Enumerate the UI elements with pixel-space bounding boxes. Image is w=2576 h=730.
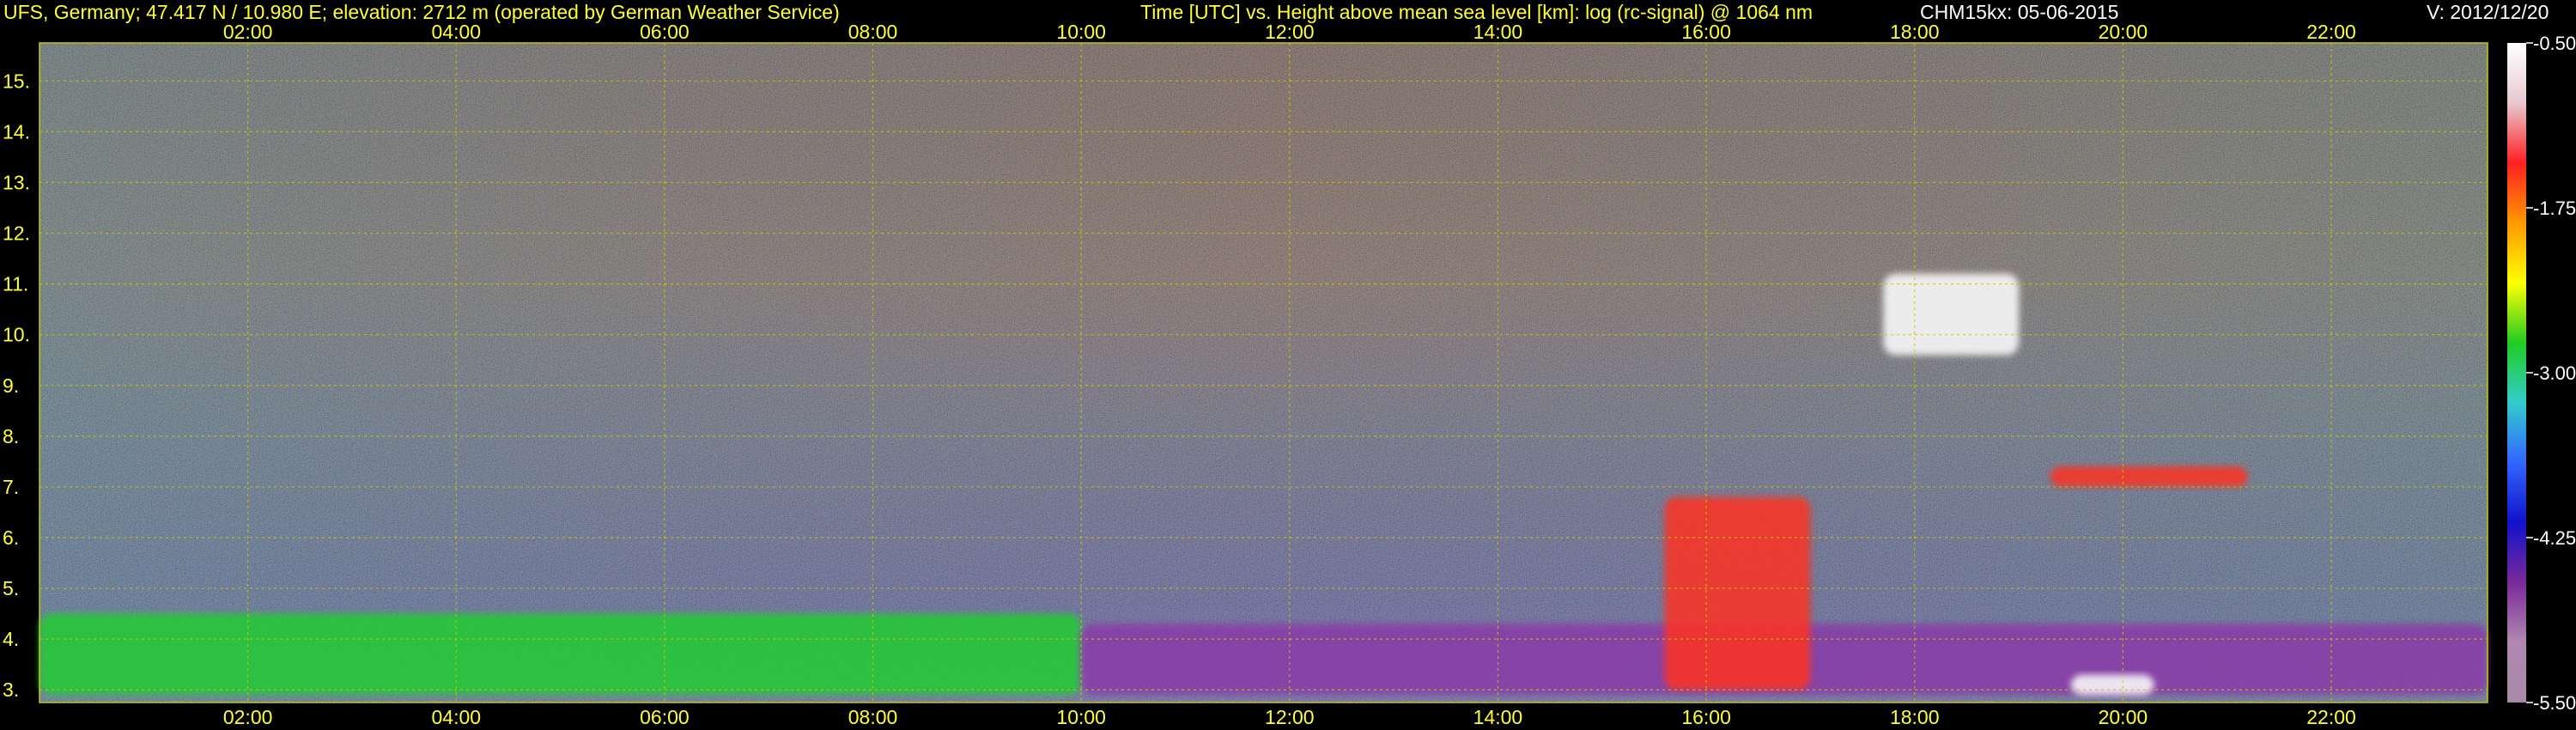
- cloud-feature-0: [39, 613, 1082, 696]
- x-tick-label-top-1: 04:00: [431, 21, 481, 43]
- x-tick-label-top-8: 18:00: [1890, 21, 1940, 43]
- y-tick-label-6: 9.: [3, 374, 19, 397]
- x-tick-label-bottom-1: 04:00: [431, 706, 481, 728]
- x-tick-label-top-7: 16:00: [1681, 21, 1731, 43]
- ceilometer-figure: UFS, Germany; 47.417 N / 10.980 E; eleva…: [0, 0, 2576, 730]
- colorbar-tick-label-0: -0.50: [2533, 33, 2576, 54]
- x-tick-label-bottom-6: 14:00: [1473, 706, 1523, 728]
- x-tick-label-top-2: 06:00: [640, 21, 690, 43]
- y-tick-label-7: 10.: [3, 324, 30, 346]
- x-tick-label-top-6: 14:00: [1473, 21, 1523, 43]
- y-tick-label-8: 11.: [3, 273, 28, 295]
- y-tick-label-3: 6.: [3, 526, 19, 549]
- cloud-feature-3: [1883, 273, 2020, 356]
- y-tick-label-1: 4.: [3, 628, 19, 650]
- colorbar: [2507, 43, 2526, 703]
- x-tick-label-top-4: 10:00: [1056, 21, 1106, 43]
- y-tick-label-12: 15.: [3, 70, 30, 92]
- x-tick-label-bottom-10: 22:00: [2306, 706, 2356, 728]
- cloud-feature-2: [1664, 496, 1811, 690]
- x-tick-label-bottom-2: 06:00: [640, 706, 690, 728]
- signal-noise: [39, 43, 2488, 703]
- y-tick-label-5: 8.: [3, 425, 19, 447]
- x-tick-label-top-9: 20:00: [2099, 21, 2148, 43]
- x-tick-label-top-0: 02:00: [223, 21, 273, 43]
- y-tick-label-2: 5.: [3, 577, 19, 599]
- x-tick-label-top-10: 22:00: [2306, 21, 2356, 43]
- cloud-feature-4: [2050, 466, 2248, 487]
- x-tick-label-top-3: 08:00: [848, 21, 898, 43]
- x-tick-label-bottom-4: 10:00: [1056, 706, 1106, 728]
- x-tick-label-bottom-7: 16:00: [1681, 706, 1731, 728]
- y-tick-label-0: 3.: [3, 678, 19, 701]
- colorbar-tick-label-4: -5.50: [2533, 692, 2576, 714]
- x-tick-label-top-5: 12:00: [1265, 21, 1315, 43]
- x-tick-label-bottom-3: 08:00: [848, 706, 898, 728]
- colorbar-tick-label-2: -3.00: [2533, 362, 2576, 384]
- colorbar-tick-label-3: -4.25: [2533, 527, 2576, 549]
- backscatter-heatmap: 02:00 02:00 04:00 04:00 06:00 06:00 08:00 08:00…: [3, 21, 2576, 728]
- colorbar-tick-label-1: -1.75: [2533, 198, 2576, 219]
- x-tick-label-bottom-0: 02:00: [223, 706, 273, 728]
- cloud-feature-5: [2070, 674, 2154, 696]
- y-tick-label-11: 14.: [3, 120, 30, 143]
- y-tick-label-10: 13.: [3, 171, 30, 193]
- x-tick-label-bottom-5: 12:00: [1265, 706, 1315, 728]
- x-tick-label-bottom-8: 18:00: [1890, 706, 1940, 728]
- x-tick-label-bottom-9: 20:00: [2099, 706, 2148, 728]
- y-tick-label-4: 7.: [3, 476, 19, 498]
- y-tick-label-9: 12.: [3, 222, 30, 245]
